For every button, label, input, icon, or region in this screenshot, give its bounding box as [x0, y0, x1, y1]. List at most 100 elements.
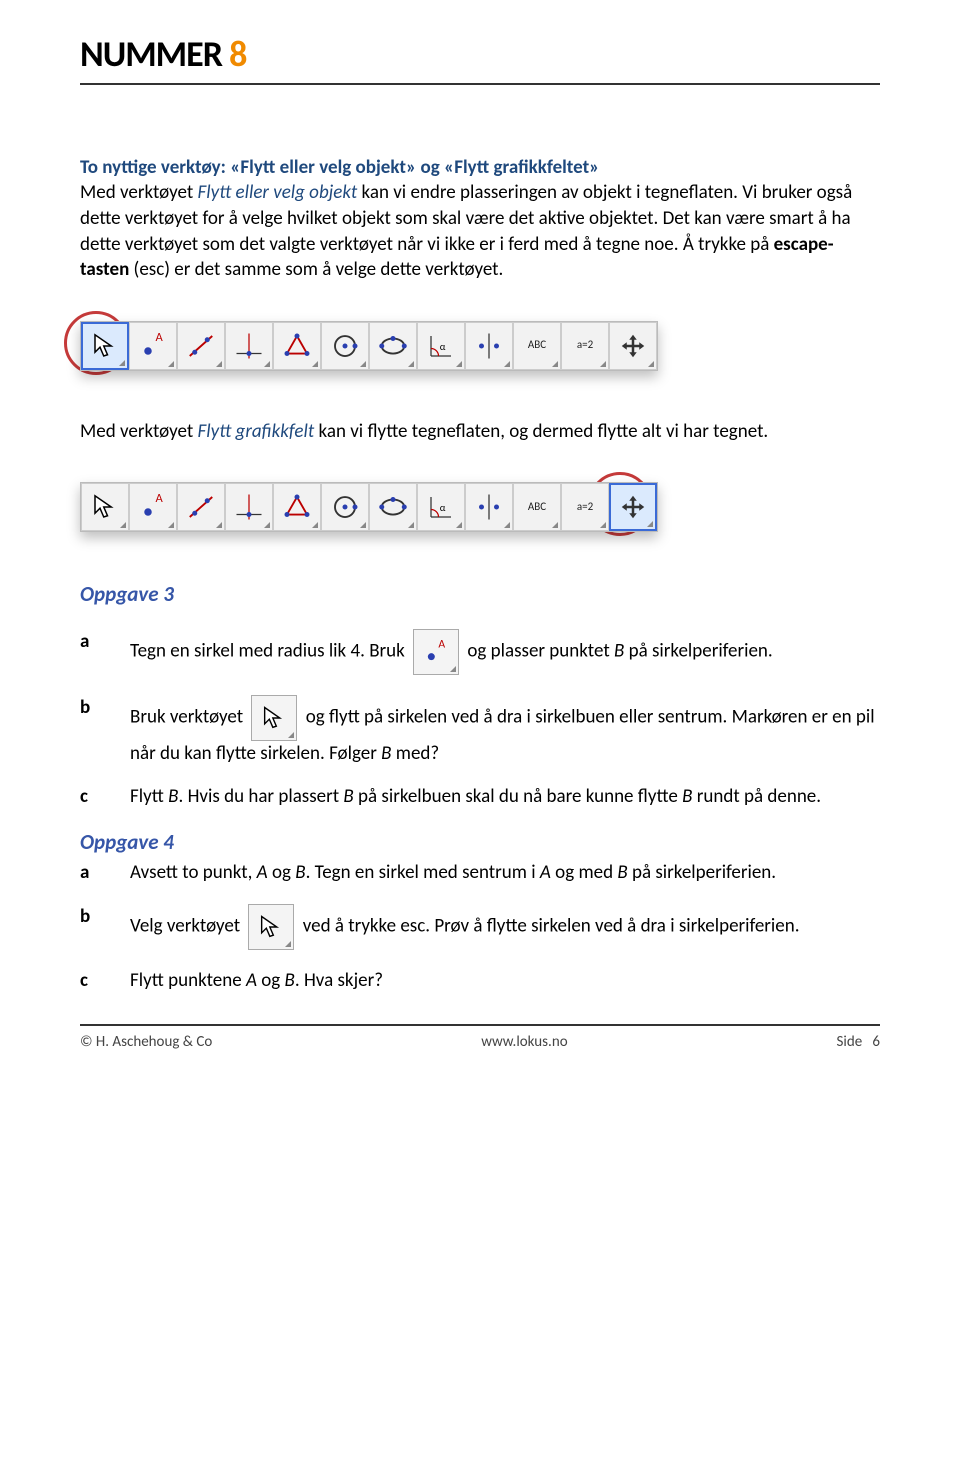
mid-text-1: Med verktøyet [80, 420, 198, 443]
var: B [614, 639, 624, 662]
tool-slider[interactable]: a=2 [561, 483, 609, 531]
mid-text-2: kan vi flytte tegneflaten, og dermed fly… [314, 420, 768, 443]
t: og [257, 969, 285, 992]
task-label: c [80, 968, 96, 994]
oppgave4-title: Oppgave 4 [80, 828, 880, 856]
brand-left: NUMMER [80, 32, 222, 76]
dropdown-corner-icon [450, 666, 456, 672]
tool-reflect[interactable] [465, 322, 513, 370]
dropdown-corner-icon [648, 361, 654, 367]
dropdown-corner-icon [216, 522, 222, 528]
tool-text[interactable]: ABC [513, 322, 561, 370]
dropdown-corner-icon [168, 522, 174, 528]
dropdown-corner-icon [288, 732, 294, 738]
dropdown-corner-icon [264, 522, 270, 528]
svg-text:A: A [156, 331, 164, 345]
abc-label: ABC [528, 500, 546, 515]
tool-conic[interactable] [369, 483, 417, 531]
svg-text:α: α [440, 340, 446, 353]
dropdown-corner-icon [360, 522, 366, 528]
page-header: NUMMER 8 [80, 30, 880, 85]
intro-section: To nyttige verktøy: «Flytt eller velg ob… [80, 155, 880, 283]
var: A [540, 861, 551, 884]
toolbar-1-wrap: A α ABC [80, 321, 880, 371]
tool-name-2: Flytt grafikkfelt [198, 420, 315, 443]
dropdown-corner-icon [408, 522, 414, 528]
intro-text-3: (esc) er det samme som å velge dette ver… [129, 258, 503, 281]
tool-perpendicular[interactable] [225, 483, 273, 531]
mid-section: Med verktøyet Flytt grafikkfelt kan vi f… [80, 419, 880, 445]
var: B [285, 969, 295, 992]
t: . Tegn en sirkel med sentrum i [306, 861, 540, 884]
t: på sirkelbuen skal du nå bare kunne flyt… [354, 785, 682, 808]
a2-label: a=2 [577, 500, 593, 515]
tool-point[interactable]: A [129, 322, 177, 370]
var: B [381, 742, 391, 765]
t: Flytt punktene [130, 969, 246, 992]
task-4a: a Avsett to punkt, A og B . Tegn en sirke… [80, 860, 880, 886]
t: og [268, 861, 296, 884]
dropdown-corner-icon [456, 361, 462, 367]
tool-reflect[interactable] [465, 483, 513, 531]
tool-angle[interactable]: α [417, 322, 465, 370]
var: B [682, 785, 692, 808]
t: Avsett to punkt, [130, 861, 257, 884]
dropdown-corner-icon [312, 361, 318, 367]
var: B [617, 861, 627, 884]
dropdown-corner-icon [504, 522, 510, 528]
t: Tegn en sirkel med radius lik 4. Bruk [130, 639, 409, 662]
tool-move-view[interactable] [609, 483, 657, 531]
toolbar-1: A α ABC [80, 321, 658, 371]
tool-circle[interactable] [321, 322, 369, 370]
dropdown-corner-icon [647, 521, 653, 527]
footer-center: www.lokus.no [481, 1032, 567, 1052]
dropdown-corner-icon [504, 361, 510, 367]
dropdown-corner-icon [456, 522, 462, 528]
move-tool-icon [251, 695, 297, 741]
brand-title: NUMMER 8 [80, 30, 880, 79]
task-label: b [80, 695, 96, 721]
tool-move[interactable] [81, 483, 129, 531]
dropdown-corner-icon [408, 361, 414, 367]
t: ved å trykke esc. Prøv å flytte sirkelen… [298, 915, 799, 938]
t: og plasser punktet [463, 639, 614, 662]
dropdown-corner-icon [360, 361, 366, 367]
tool-text[interactable]: ABC [513, 483, 561, 531]
task-label: a [80, 860, 96, 886]
header-divider [80, 83, 880, 85]
tool-move[interactable] [81, 322, 129, 370]
intro-heading: To nyttige verktøy: «Flytt eller velg ob… [80, 156, 599, 179]
dropdown-corner-icon [552, 361, 558, 367]
dropdown-corner-icon [600, 361, 606, 367]
tool-polygon[interactable] [273, 322, 321, 370]
task-label: c [80, 784, 96, 810]
t: . Hvis du har plassert [178, 785, 343, 808]
toolbar-2: A α ABC [80, 482, 658, 532]
tool-move-view[interactable] [609, 322, 657, 370]
dropdown-corner-icon [216, 361, 222, 367]
tool-perpendicular[interactable] [225, 322, 273, 370]
tool-slider[interactable]: a=2 [561, 322, 609, 370]
footer-page-number: 6 [872, 1033, 880, 1051]
page-footer: © H. Aschehoug & Co www.lokus.no Side 6 [80, 1026, 880, 1052]
tool-point[interactable]: A [129, 483, 177, 531]
t: på sirkelperiferien. [624, 639, 772, 662]
var: B [168, 785, 178, 808]
tool-polygon[interactable] [273, 483, 321, 531]
footer-page-label: Side [837, 1033, 863, 1051]
task-3a: a Tegn en sirkel med radius lik 4. Bruk … [80, 629, 880, 675]
tool-circle[interactable] [321, 483, 369, 531]
task-label: b [80, 904, 96, 930]
intro-text-1: Med verktøyet [80, 181, 198, 204]
t: og med [551, 861, 617, 884]
tool-line[interactable] [177, 322, 225, 370]
tool-line[interactable] [177, 483, 225, 531]
tool-conic[interactable] [369, 322, 417, 370]
dropdown-corner-icon [312, 522, 318, 528]
dropdown-corner-icon [119, 360, 125, 366]
tool-angle[interactable]: α [417, 483, 465, 531]
t: med? [391, 742, 439, 765]
abc-label: ABC [528, 338, 546, 353]
point-tool-icon: A [413, 629, 459, 675]
dropdown-corner-icon [120, 522, 126, 528]
